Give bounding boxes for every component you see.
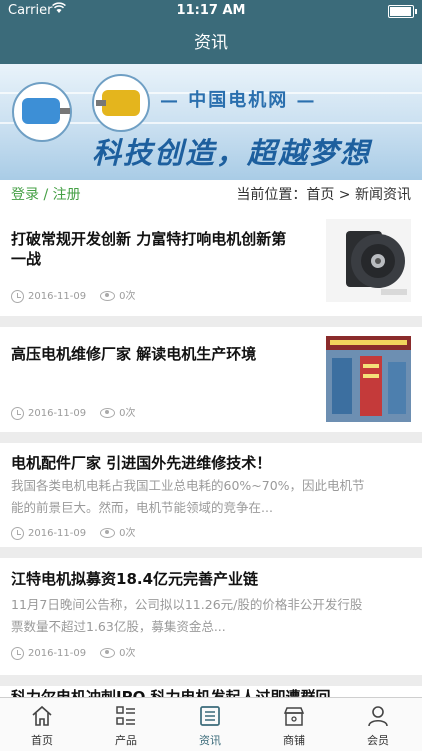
news-title: 高压电机维修厂家 解读电机生产环境 — [11, 345, 257, 363]
clock-icon — [11, 289, 24, 303]
tab-bar: 首页 产品 资讯 商铺 会员 — [0, 697, 422, 751]
page-title: 资讯 — [194, 33, 228, 53]
status-bar: Carrier 11:17 AM — [0, 0, 422, 22]
news-title: 电机配件厂家 引进国外先进维修技术！ — [11, 454, 272, 472]
news-summary: 票数量不超过1.63亿股，募集资金总... — [11, 619, 226, 634]
news-icon — [200, 706, 220, 726]
news-item[interactable]: 电机配件厂家 引进国外先进维修技术！ 我国各类电机电耗占我国工业总电耗的60%~… — [0, 443, 422, 547]
home-icon — [32, 705, 52, 726]
tab-home[interactable]: 首页 — [0, 698, 84, 751]
news-views: 0次 — [119, 648, 136, 659]
clock-icon — [11, 526, 24, 540]
news-title: 江特电机拟募资18.4亿元完善产业链 — [11, 570, 259, 588]
news-summary: 我国各类电机电耗占我国工业总电耗的60%~70%，因此电机节 — [11, 478, 365, 493]
tab-label: 会员 — [367, 734, 389, 747]
clock-time: 11:17 AM — [176, 3, 246, 18]
eye-icon — [100, 408, 116, 418]
user-icon — [368, 706, 388, 727]
login-register-link[interactable]: 登录 / 注册 — [11, 180, 81, 210]
news-title: 打破常规开发创新 力富特打响电机创新第 — [11, 230, 287, 248]
tab-member[interactable]: 会员 — [336, 698, 420, 751]
shop-icon — [283, 707, 305, 726]
news-views: 0次 — [119, 528, 136, 539]
tab-label: 产品 — [115, 734, 137, 747]
clock-icon — [11, 646, 24, 660]
tab-label: 资讯 — [199, 734, 221, 747]
list-icon — [116, 706, 135, 725]
news-meta: 2016-11-09 0次 — [11, 646, 136, 662]
news-meta: 2016-11-09 0次 — [11, 526, 136, 542]
tab-label: 首页 — [31, 734, 53, 747]
tab-shops[interactable]: 商铺 — [252, 698, 336, 751]
motor-image-blue — [12, 82, 72, 142]
tab-label: 商铺 — [283, 734, 305, 747]
eye-icon — [100, 528, 116, 538]
news-summary: 11月7日晚间公告称，公司拟以11.26元/股的价格非公开发行股 — [11, 597, 363, 612]
news-title: 科力尔电机冲刺IPO 科力电机发起人过即遭群回 — [11, 688, 331, 697]
eye-icon — [100, 648, 116, 658]
news-item[interactable]: 打破常规开发创新 力富特打响电机创新第 一战 2016-11-09 0次 — [0, 210, 422, 316]
banner[interactable]: — 中国电机网 — 科技创造，超越梦想 — [0, 64, 422, 180]
news-views: 0次 — [119, 408, 136, 419]
tab-news[interactable]: 资讯 — [168, 698, 252, 751]
news-meta: 2016-11-09 0次 — [11, 406, 136, 422]
news-date: 2016-11-09 — [28, 528, 87, 539]
news-item[interactable]: 高压电机维修厂家 解读电机生产环境 2016-11-09 0次 — [0, 327, 422, 432]
factory-photo-thumbnail — [326, 336, 411, 422]
news-meta: 2016-11-09 0次 — [11, 289, 136, 305]
news-date: 2016-11-09 — [28, 291, 87, 302]
news-item[interactable]: 科力尔电机冲刺IPO 科力电机发起人过即遭群回 — [0, 686, 422, 697]
news-views: 0次 — [119, 291, 136, 302]
breadcrumb: 当前位置：首页 > 新闻资讯 — [236, 187, 411, 203]
tab-products[interactable]: 产品 — [84, 698, 168, 751]
clock-icon — [11, 406, 24, 420]
news-date: 2016-11-09 — [28, 648, 87, 659]
banner-brand: — 中国电机网 — — [160, 90, 317, 111]
news-item[interactable]: 江特电机拟募资18.4亿元完善产业链 11月7日晚间公告称，公司拟以11.26元… — [0, 558, 422, 675]
banner-slogan: 科技创造，超越梦想 — [92, 136, 372, 170]
motor-image-yellow — [92, 74, 150, 132]
location-bar: 登录 / 注册 当前位置：首页 > 新闻资讯 — [0, 180, 422, 211]
news-title: 一战 — [11, 250, 42, 268]
news-summary: 能的前景巨大。然而，电机节能领域的竞争在... — [11, 500, 273, 515]
news-date: 2016-11-09 — [28, 408, 87, 419]
nav-bar: 资讯 — [0, 22, 422, 64]
eye-icon — [100, 291, 116, 301]
battery-icon — [388, 5, 417, 18]
motor-photo-thumbnail — [326, 219, 411, 302]
